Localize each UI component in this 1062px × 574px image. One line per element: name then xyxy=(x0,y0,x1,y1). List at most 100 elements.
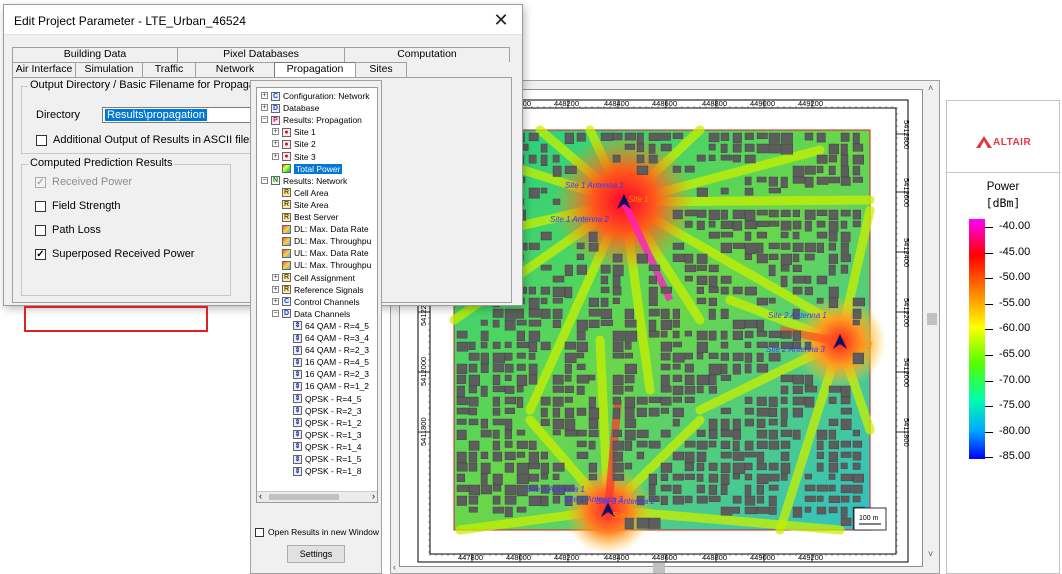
tree-item[interactable]: D Data Channels xyxy=(282,308,350,320)
building xyxy=(696,484,705,494)
option-checkbox-box[interactable] xyxy=(35,200,46,212)
scroll-up-icon[interactable]: ˄ xyxy=(928,83,933,93)
expand-icon[interactable]: + xyxy=(272,285,279,293)
collapse-icon[interactable]: − xyxy=(261,116,268,124)
tree-item[interactable]: ⇕ QPSK - R=2_3 xyxy=(293,405,361,417)
tree-item[interactable]: ● Site 3 xyxy=(282,151,316,163)
tree-item[interactable]: ⇕ QPSK - R=1_5 xyxy=(293,453,361,465)
tree-item[interactable]: ⇕ 64 QAM - R=4_5 xyxy=(293,320,369,332)
tree-item[interactable]: R Reference Signals xyxy=(282,284,363,296)
settings-button[interactable]: Settings xyxy=(287,545,345,563)
tree-item[interactable]: ⇕ QPSK - R=4_5 xyxy=(293,393,361,405)
expand-icon[interactable]: + xyxy=(272,273,279,281)
tree-item[interactable]: N Results: Network xyxy=(271,175,347,187)
expand-icon[interactable]: + xyxy=(272,128,279,136)
building xyxy=(768,264,776,277)
tree-item[interactable]: ⇕ 64 QAM - R=3_4 xyxy=(293,332,369,344)
tree-item[interactable]: ⇕ 64 QAM - R=2_3 xyxy=(293,344,369,356)
tree-item[interactable]: ⇕ 16 QAM - R=2_3 xyxy=(293,368,369,380)
tree-item[interactable]: C Control Channels xyxy=(282,296,360,308)
expand-icon[interactable]: + xyxy=(261,92,268,99)
open-new-checkbox-box[interactable] xyxy=(255,527,264,537)
ascii-output-checkbox[interactable]: Additional Output of Results in ASCII fi… xyxy=(36,134,255,146)
tab-propagation[interactable]: Propagation xyxy=(274,62,356,77)
ascii-checkbox-box[interactable] xyxy=(36,134,47,146)
tab-simulation[interactable]: Simulation xyxy=(75,62,143,77)
building xyxy=(744,176,752,186)
collapse-icon[interactable]: − xyxy=(261,176,268,184)
building xyxy=(492,429,500,439)
map-vertical-scrollbar[interactable]: ˄ ˅ xyxy=(925,81,939,561)
tab-network[interactable]: Network xyxy=(195,62,275,77)
scroll-down-icon[interactable]: ˅ xyxy=(928,549,933,559)
tree-item[interactable]: ⇕ QPSK - R=1_4 xyxy=(293,441,361,453)
building xyxy=(516,330,526,342)
option-field-strength[interactable]: Field Strength xyxy=(35,200,120,212)
building xyxy=(504,363,514,373)
tab-air-interface[interactable]: Air Interface xyxy=(12,62,76,77)
tree-item[interactable]: R Cell Area xyxy=(282,187,329,199)
scroll-right-icon[interactable]: › xyxy=(372,491,375,501)
tab-pixel-databases[interactable]: Pixel Databases xyxy=(177,47,345,62)
tree-item-label: Cell Area xyxy=(294,187,329,198)
building xyxy=(456,407,470,415)
tree-item[interactable]: ⇕ QPSK - R=1_3 xyxy=(293,429,361,441)
tree-item[interactable]: R Cell Assignment xyxy=(282,272,355,284)
tree-item[interactable]: Total Power xyxy=(282,163,343,175)
building xyxy=(732,473,741,480)
map-horizontal-scrollbar[interactable]: ‹ xyxy=(391,561,925,573)
map-vscroll-thumb[interactable] xyxy=(927,313,937,325)
building xyxy=(456,363,468,374)
close-icon[interactable]: ✕ xyxy=(488,7,514,33)
building xyxy=(540,231,552,241)
open-new-window-checkbox[interactable]: Open Results in new Window xyxy=(255,527,379,537)
building xyxy=(648,330,660,338)
tree-item-label: Site 3 xyxy=(294,151,316,162)
tree-item[interactable]: UL: Max. Throughpu xyxy=(282,259,371,271)
tree-item[interactable]: R Best Server xyxy=(282,211,338,223)
tree-item[interactable]: R Site Area xyxy=(282,199,329,211)
building xyxy=(684,462,694,472)
tab-traffic[interactable]: Traffic xyxy=(142,62,196,77)
mod-icon: ⇕ xyxy=(293,333,302,343)
tree-item[interactable]: DL: Max. Data Rate xyxy=(282,223,369,235)
tab-sites[interactable]: Sites xyxy=(355,62,407,77)
tree-item[interactable]: ● Site 1 xyxy=(282,126,316,138)
map-hscroll-thumb[interactable] xyxy=(653,563,665,573)
building xyxy=(672,253,686,263)
tree-item[interactable]: ⇕ 16 QAM - R=4_5 xyxy=(293,356,369,368)
option-checkbox-box[interactable] xyxy=(35,224,46,236)
expand-icon[interactable]: + xyxy=(272,297,279,305)
tree-horizontal-scrollbar[interactable]: ‹ › xyxy=(257,491,377,502)
map-scroll-left-icon[interactable]: ‹ xyxy=(393,562,396,572)
tree-item[interactable]: P Results: Propagation xyxy=(271,114,362,126)
expand-icon[interactable]: + xyxy=(261,104,268,112)
building xyxy=(780,253,792,265)
building xyxy=(720,473,730,486)
building xyxy=(504,495,517,505)
tree-item[interactable]: ⇕ QPSK - R=1_2 xyxy=(293,417,361,429)
building xyxy=(612,473,625,481)
results-tree[interactable]: + C Configuration: Network + D Database − P Resu… xyxy=(256,87,378,503)
option-path-loss[interactable]: Path Loss xyxy=(35,224,101,236)
tree-item[interactable]: ⇕ QPSK - R=1_8 xyxy=(293,465,361,477)
building xyxy=(576,407,587,416)
tree-item[interactable]: DL: Max. Throughpu xyxy=(282,235,371,247)
option-checkbox-box[interactable]: ✓ xyxy=(35,248,46,260)
tree-item[interactable]: ● Site 2 xyxy=(282,138,316,150)
tree-item[interactable]: UL: Max. Data Rate xyxy=(282,247,369,259)
building xyxy=(828,462,839,473)
building xyxy=(684,209,697,217)
scroll-thumb[interactable] xyxy=(269,494,339,500)
collapse-icon[interactable]: − xyxy=(272,309,279,317)
tree-item[interactable]: C Configuration: Network xyxy=(271,90,369,102)
tree-item[interactable]: ⇕ 16 QAM - R=1_2 xyxy=(293,380,369,392)
option-superposed-received-power[interactable]: ✓ Superposed Received Power xyxy=(35,248,194,260)
expand-icon[interactable]: + xyxy=(272,140,279,148)
tree-item[interactable]: D Database xyxy=(271,102,319,114)
directory-input[interactable]: Results\propagation xyxy=(102,107,252,123)
scroll-left-icon[interactable]: ‹ xyxy=(259,491,262,501)
tab-computation[interactable]: Computation xyxy=(344,47,510,62)
tab-building-data[interactable]: Building Data xyxy=(12,47,178,62)
expand-icon[interactable]: + xyxy=(272,152,279,160)
